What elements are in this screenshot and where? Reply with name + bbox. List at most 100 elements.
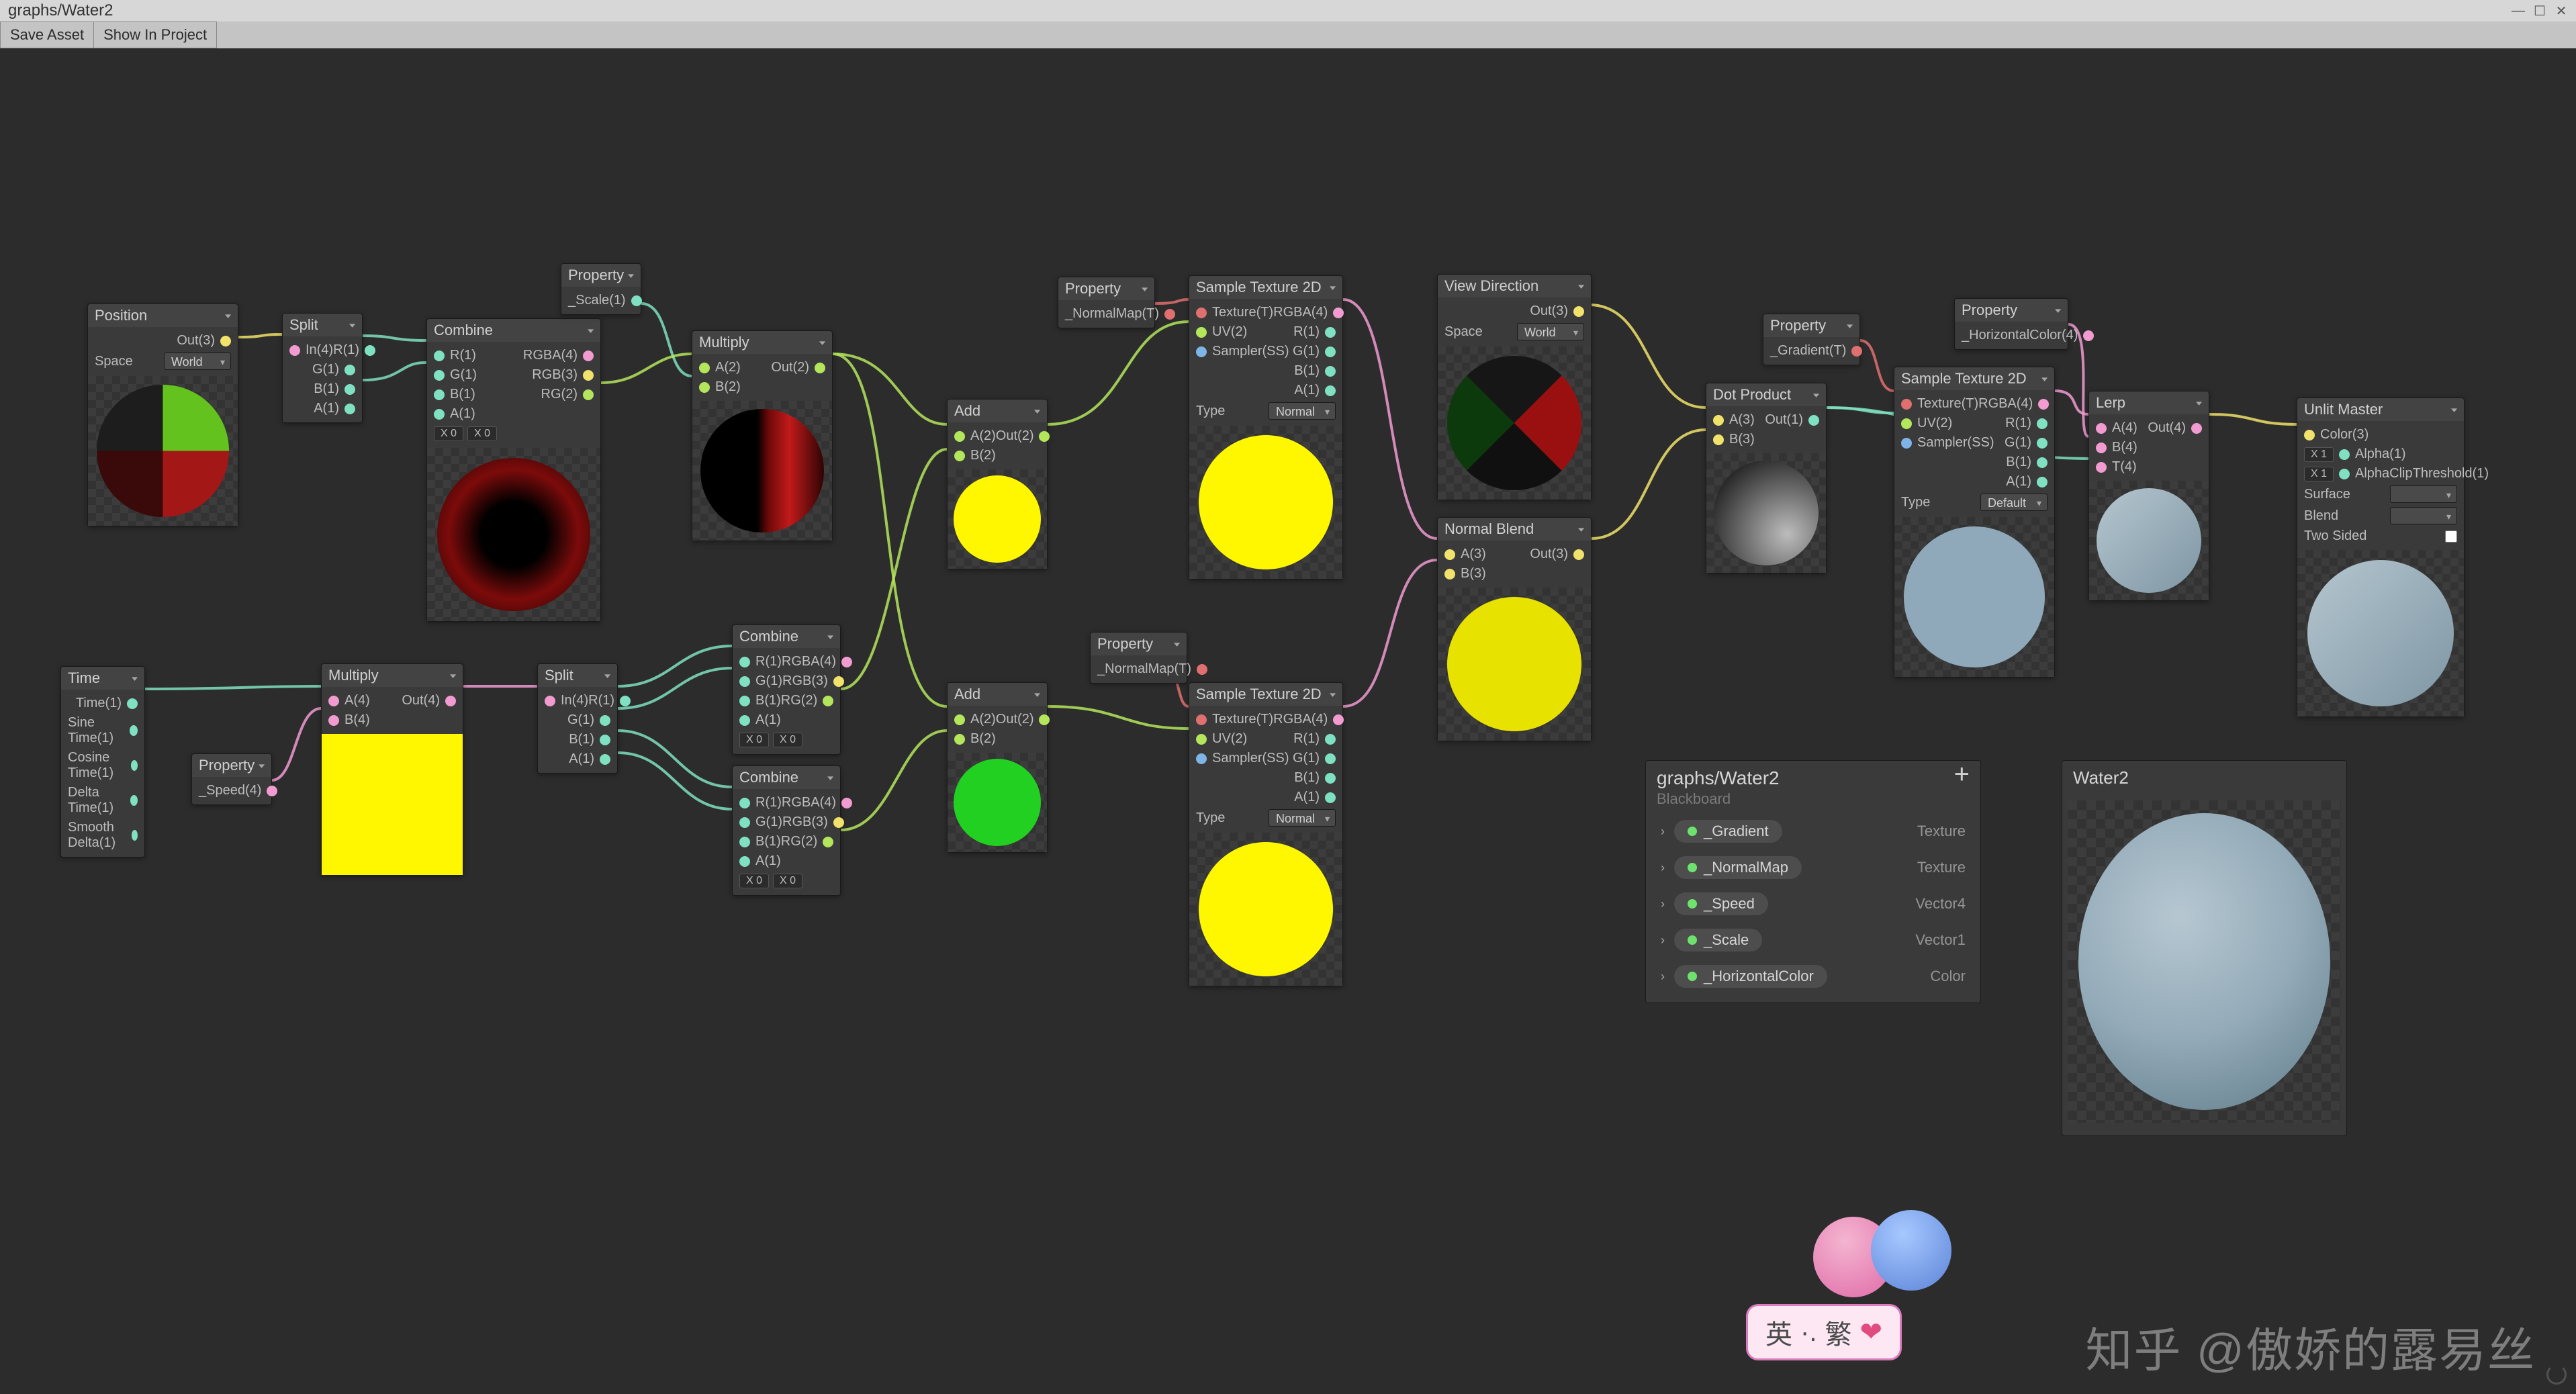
input-port[interactable] <box>739 817 750 828</box>
blackboard-panel[interactable]: graphs/Water2 + Blackboard ›_Gradient Te… <box>1645 760 1981 1003</box>
input-port[interactable] <box>1196 327 1207 338</box>
output-port[interactable] <box>583 389 594 400</box>
node-multiply-1[interactable]: Multiply▾ A(2)Out(2) B(2) <box>692 330 833 541</box>
input-port[interactable] <box>954 431 965 442</box>
chevron-down-icon[interactable]: ▾ <box>827 633 833 641</box>
node-property-speed[interactable]: Property▾ _Speed(4) <box>191 753 272 805</box>
input-port[interactable] <box>434 409 445 420</box>
node-combine-3[interactable]: Combine▾ R(1)RGBA(4) G(1)RGB(3) B(1)RG(2… <box>732 765 841 896</box>
input-port[interactable] <box>1444 549 1455 560</box>
chevron-right-icon[interactable]: › <box>1661 861 1665 875</box>
output-port[interactable] <box>1325 346 1336 357</box>
input-port[interactable] <box>1196 308 1207 318</box>
chevron-down-icon[interactable]: ▾ <box>1578 282 1584 291</box>
input-port[interactable] <box>2096 443 2107 453</box>
chevron-down-icon[interactable]: ▾ <box>225 312 231 320</box>
node-dot-product[interactable]: Dot Product▾ A(3)Out(1) B(3) <box>1706 383 1827 573</box>
chevron-down-icon[interactable]: ▾ <box>450 671 456 680</box>
input-port[interactable] <box>328 696 339 706</box>
node-property-normalmap-1[interactable]: Property▾ _NormalMap(T) <box>1058 277 1155 328</box>
output-port[interactable] <box>1325 773 1336 784</box>
blend-dropdown[interactable] <box>2390 507 2457 524</box>
output-port[interactable] <box>1325 753 1336 764</box>
output-port[interactable] <box>600 735 610 745</box>
type-dropdown[interactable]: Default <box>1980 494 2048 511</box>
output-port[interactable] <box>344 384 355 395</box>
chevron-down-icon[interactable]: ▾ <box>349 321 355 330</box>
node-combine-1[interactable]: Combine▾ R(1)RGBA(4) G(1)RGB(3) B(1)RG(2… <box>426 318 601 622</box>
chevron-down-icon[interactable]: ▾ <box>827 774 833 782</box>
input-port[interactable] <box>699 382 710 393</box>
two-sided-checkbox[interactable] <box>2445 530 2457 543</box>
chevron-down-icon[interactable]: ▾ <box>604 671 610 680</box>
output-port[interactable] <box>833 676 844 687</box>
output-port[interactable] <box>1325 385 1336 396</box>
output-port[interactable] <box>823 696 833 706</box>
chevron-down-icon[interactable]: ▾ <box>1330 690 1336 699</box>
input-port[interactable] <box>2339 469 2350 479</box>
input-port[interactable] <box>2096 462 2107 473</box>
blackboard-item[interactable]: ›_Speed Vector4 <box>1646 886 1980 922</box>
input-port[interactable] <box>699 363 710 373</box>
output-port[interactable] <box>2037 418 2048 429</box>
value-field[interactable]: X 1 <box>2304 467 2334 481</box>
input-port[interactable] <box>739 657 750 667</box>
node-lerp[interactable]: Lerp▾ A(4)Out(4) B(4) T(4) <box>2088 391 2209 601</box>
output-port[interactable] <box>1325 327 1336 338</box>
output-port[interactable] <box>823 837 833 847</box>
space-dropdown[interactable]: World <box>1517 323 1584 340</box>
output-port[interactable] <box>815 363 825 373</box>
node-property-gradient[interactable]: Property▾ _Gradient(T) <box>1763 314 1860 365</box>
output-port[interactable] <box>841 657 852 667</box>
input-port[interactable] <box>2304 430 2315 440</box>
value-field[interactable]: X 0 <box>739 874 769 888</box>
output-port[interactable] <box>1039 714 1050 725</box>
output-port[interactable] <box>127 698 138 709</box>
show-in-project-button[interactable]: Show In Project <box>94 21 217 48</box>
input-port[interactable] <box>1901 399 1912 410</box>
input-port[interactable] <box>2339 449 2350 460</box>
node-view-direction[interactable]: View Direction▾ Out(3) SpaceWorld <box>1437 274 1592 500</box>
output-port[interactable] <box>841 798 852 808</box>
output-port[interactable] <box>220 336 231 346</box>
node-time[interactable]: Time▾ Time(1) Sine Time(1) Cosine Time(1… <box>60 666 145 857</box>
input-port[interactable] <box>739 856 750 867</box>
input-port[interactable] <box>739 798 750 808</box>
chevron-down-icon[interactable]: ▾ <box>2055 306 2061 315</box>
output-port[interactable] <box>2037 457 2048 468</box>
output-port[interactable] <box>1573 306 1584 317</box>
input-port[interactable] <box>2096 423 2107 434</box>
output-port[interactable] <box>344 365 355 375</box>
chevron-right-icon[interactable]: › <box>1661 970 1665 984</box>
output-port[interactable] <box>620 696 631 706</box>
property-pill[interactable]: _Gradient <box>1674 820 1782 843</box>
output-port[interactable] <box>2038 399 2049 410</box>
output-port[interactable] <box>130 795 138 806</box>
chevron-down-icon[interactable]: ▾ <box>588 326 594 335</box>
output-port[interactable] <box>833 817 844 828</box>
node-property-horizontal-color[interactable]: Property▾ _HorizontalColor(4) <box>1954 298 2068 350</box>
input-port[interactable] <box>545 696 555 706</box>
output-port[interactable] <box>1851 346 1862 357</box>
output-port[interactable] <box>1164 309 1175 320</box>
window-close-icon[interactable]: ✕ <box>2552 3 2571 19</box>
chevron-down-icon[interactable]: ▾ <box>259 761 265 770</box>
type-dropdown[interactable]: Normal <box>1269 402 1336 420</box>
node-split-1[interactable]: Split▾ In(4)R(1) G(1) B(1) A(1) <box>282 313 363 423</box>
chevron-right-icon[interactable]: › <box>1661 933 1665 947</box>
input-port[interactable] <box>434 389 445 400</box>
output-port[interactable] <box>2083 330 2094 341</box>
input-port[interactable] <box>1901 438 1912 449</box>
output-port[interactable] <box>2037 438 2048 449</box>
value-field[interactable]: X 0 <box>773 874 802 888</box>
input-port[interactable] <box>1196 714 1207 725</box>
output-port[interactable] <box>1197 664 1207 675</box>
output-port[interactable] <box>600 754 610 765</box>
node-sample-texture-1[interactable]: Sample Texture 2D▾ Texture(T)RGBA(4) UV(… <box>1189 275 1343 579</box>
node-unlit-master[interactable]: Unlit Master▾ Color(3) X 1Alpha(1) X 1Al… <box>2297 398 2465 717</box>
output-port[interactable] <box>1325 792 1336 803</box>
input-port[interactable] <box>739 837 750 847</box>
chevron-down-icon[interactable]: ▾ <box>1578 525 1584 534</box>
main-preview-viewport[interactable] <box>2068 800 2341 1123</box>
input-port[interactable] <box>1444 569 1455 579</box>
